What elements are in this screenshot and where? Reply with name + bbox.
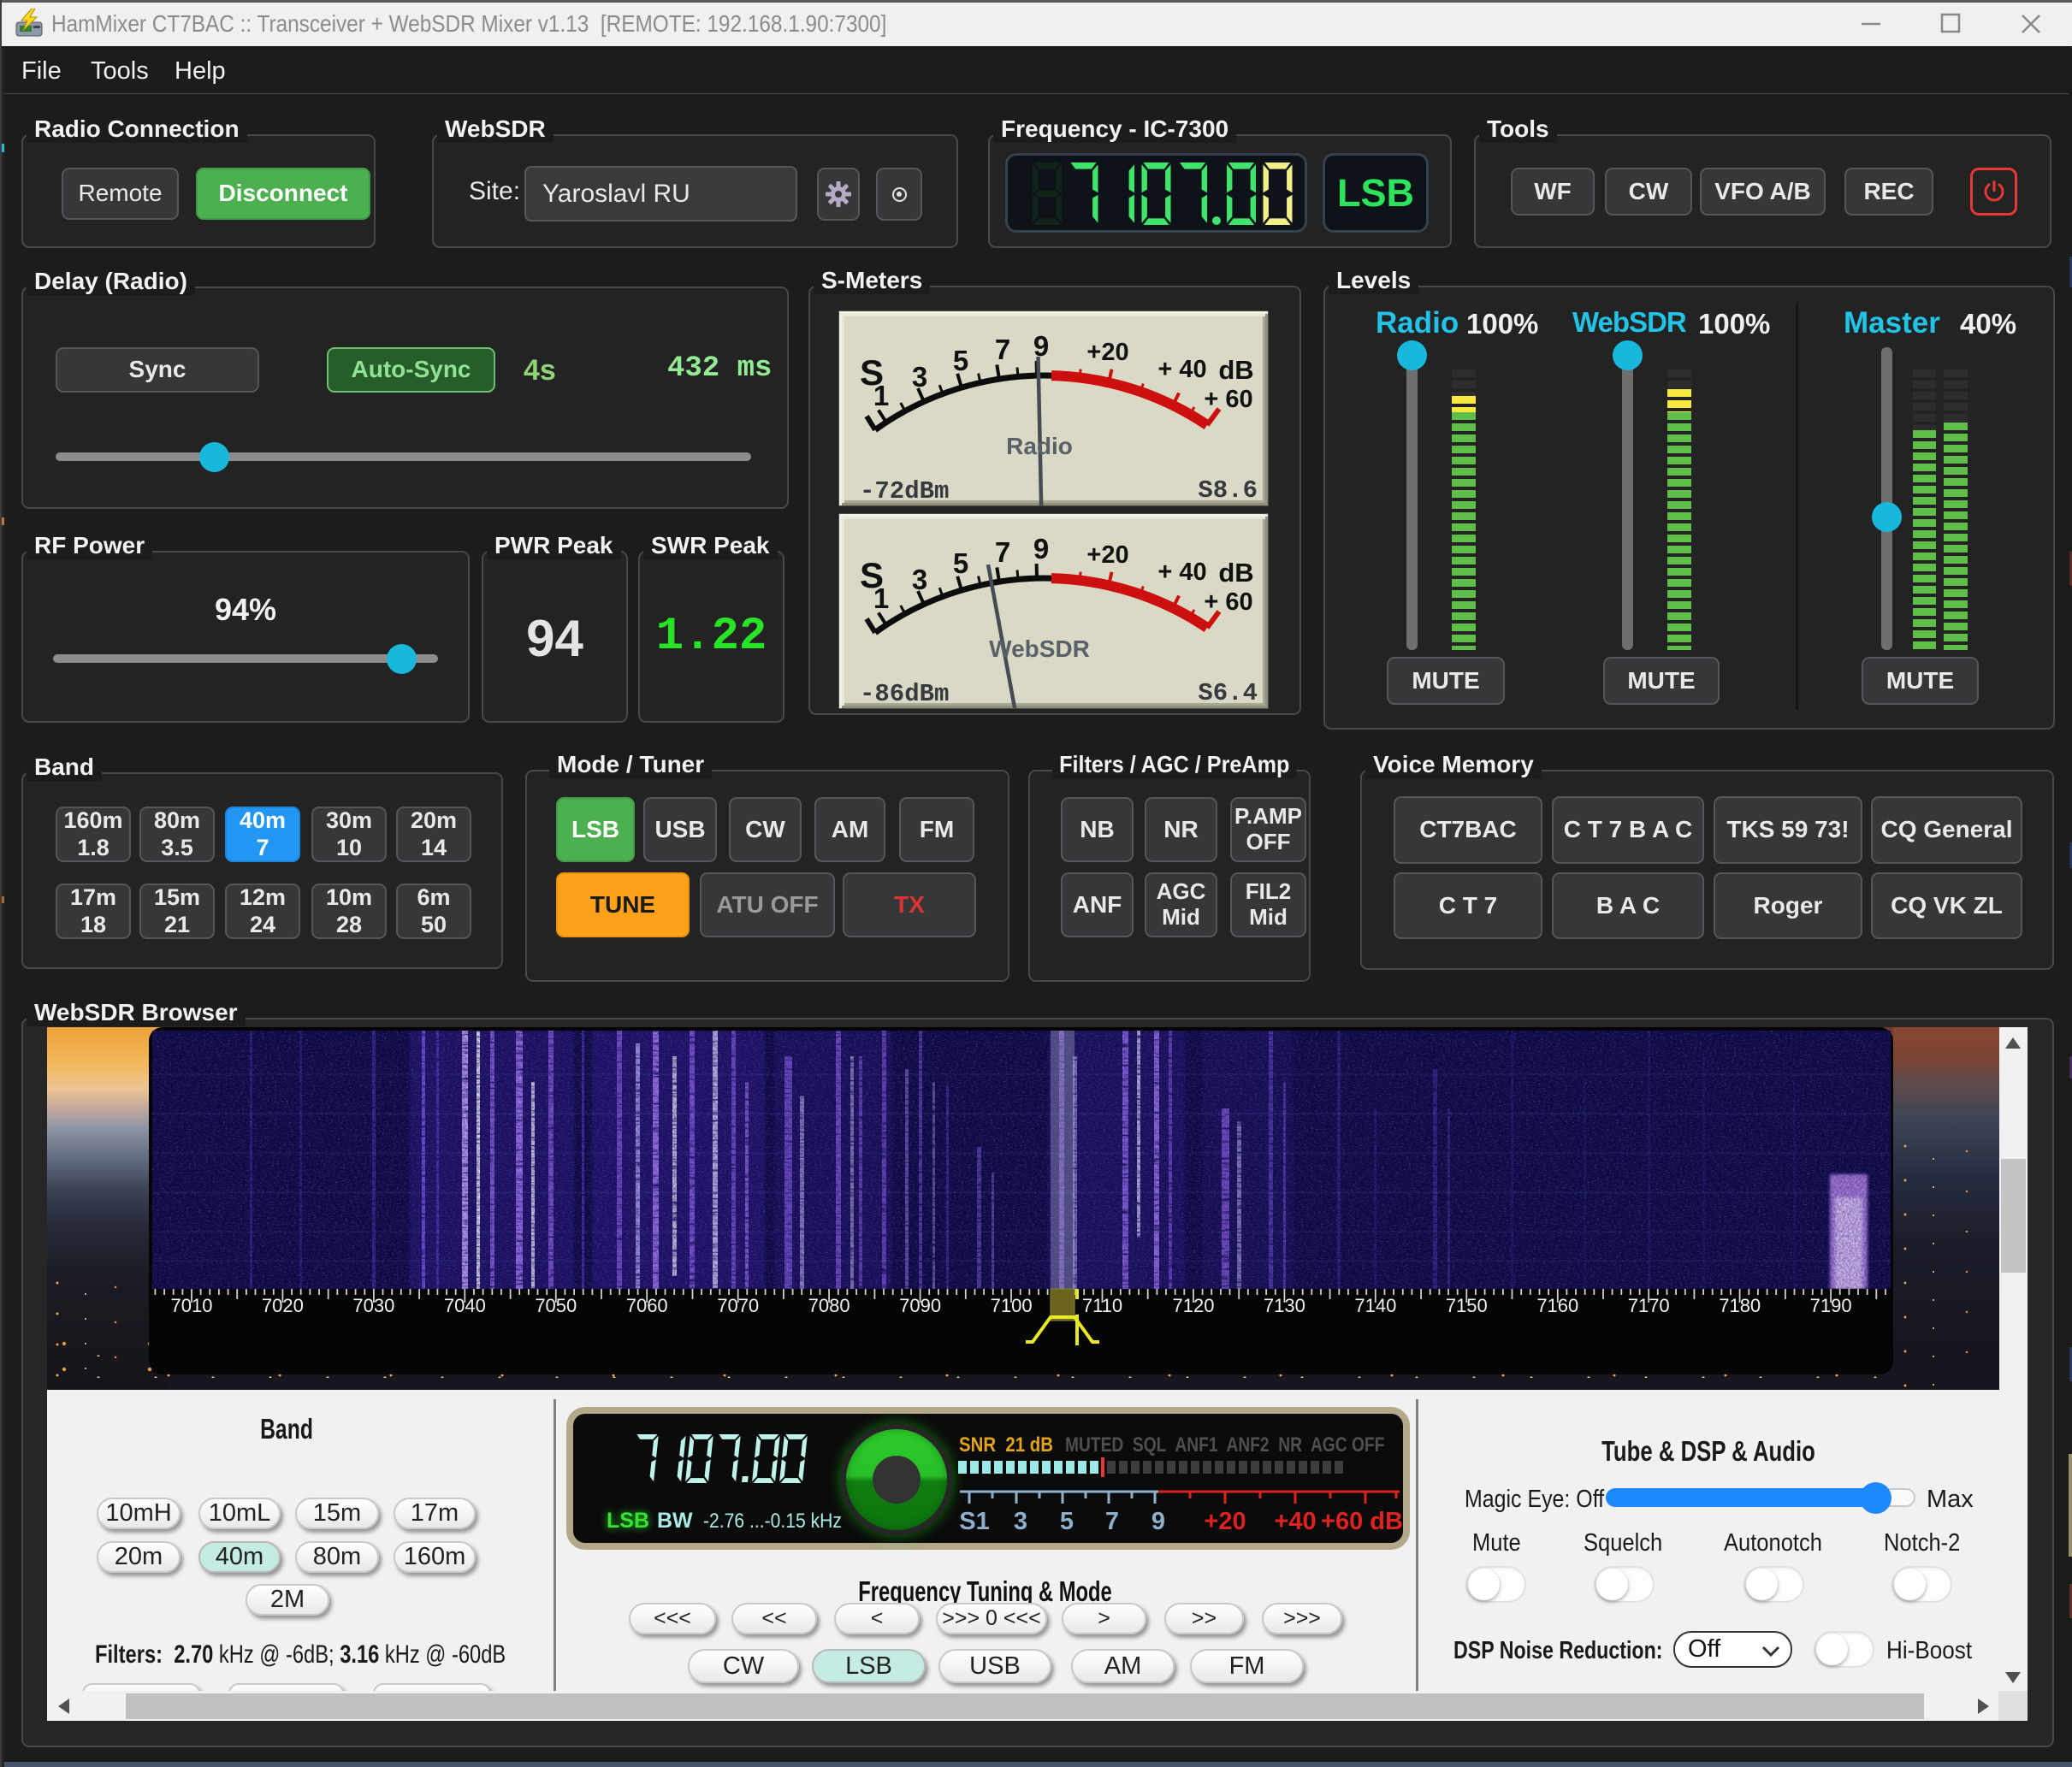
svg-text:S6.4: S6.4 bbox=[1198, 679, 1258, 707]
svg-text:+ 60: + 60 bbox=[1204, 588, 1252, 616]
svg-text:Radio: Radio bbox=[1006, 433, 1073, 459]
svg-text:WebSDR: WebSDR bbox=[989, 635, 1090, 662]
svg-text:7110: 7110 bbox=[1082, 1295, 1122, 1316]
svg-text:1: 1 bbox=[873, 380, 889, 411]
svg-text:5: 5 bbox=[953, 547, 968, 579]
svg-text:dB: dB bbox=[1218, 355, 1253, 385]
svg-text:9: 9 bbox=[1033, 533, 1049, 564]
svg-text:7: 7 bbox=[995, 334, 1010, 365]
svg-text:+20: +20 bbox=[1086, 541, 1128, 569]
svg-text:9: 9 bbox=[1151, 1508, 1165, 1535]
svg-text:7020: 7020 bbox=[262, 1295, 304, 1316]
svg-text:5: 5 bbox=[1060, 1508, 1074, 1535]
svg-text:3: 3 bbox=[1014, 1508, 1027, 1535]
svg-text:+40: +40 bbox=[1274, 1508, 1316, 1535]
svg-text:+ 40: + 40 bbox=[1157, 356, 1206, 383]
svg-text:7160: 7160 bbox=[1536, 1295, 1578, 1316]
svg-text:+20: +20 bbox=[1204, 1508, 1246, 1535]
svg-text:+20: +20 bbox=[1086, 339, 1128, 366]
svg-text:7070: 7070 bbox=[717, 1295, 759, 1316]
svg-text:-86dBm: -86dBm bbox=[860, 680, 949, 708]
svg-text:7180: 7180 bbox=[1719, 1295, 1761, 1316]
svg-text:7050: 7050 bbox=[535, 1295, 577, 1316]
svg-text:3: 3 bbox=[912, 361, 927, 393]
svg-text:7130: 7130 bbox=[1264, 1295, 1305, 1316]
svg-text:7170: 7170 bbox=[1628, 1295, 1670, 1316]
svg-text:7140: 7140 bbox=[1354, 1295, 1396, 1316]
svg-text:+ 40: + 40 bbox=[1157, 558, 1206, 586]
svg-text:9: 9 bbox=[1033, 330, 1049, 362]
svg-text:7150: 7150 bbox=[1446, 1295, 1488, 1316]
svg-text:7120: 7120 bbox=[1173, 1295, 1215, 1316]
svg-text:-72dBm: -72dBm bbox=[860, 477, 949, 505]
svg-text:S1: S1 bbox=[959, 1508, 989, 1535]
svg-text:1: 1 bbox=[873, 582, 889, 614]
svg-text:7: 7 bbox=[1105, 1508, 1119, 1535]
svg-text:7: 7 bbox=[995, 536, 1010, 568]
svg-text:7090: 7090 bbox=[899, 1295, 941, 1316]
svg-text:S8.6: S8.6 bbox=[1198, 476, 1258, 505]
svg-text:7100: 7100 bbox=[991, 1295, 1033, 1316]
svg-text:3: 3 bbox=[912, 564, 927, 595]
svg-text:5: 5 bbox=[953, 345, 968, 376]
svg-text:7030: 7030 bbox=[352, 1295, 394, 1316]
svg-text:dB: dB bbox=[1218, 558, 1253, 588]
svg-text:7190: 7190 bbox=[1810, 1295, 1852, 1316]
svg-text:7040: 7040 bbox=[444, 1295, 486, 1316]
svg-text:+60 dB: +60 dB bbox=[1321, 1508, 1403, 1535]
svg-text:7080: 7080 bbox=[808, 1295, 850, 1316]
svg-text:7060: 7060 bbox=[626, 1295, 668, 1316]
svg-text:7010: 7010 bbox=[171, 1295, 213, 1316]
svg-text:+ 60: + 60 bbox=[1204, 386, 1252, 413]
